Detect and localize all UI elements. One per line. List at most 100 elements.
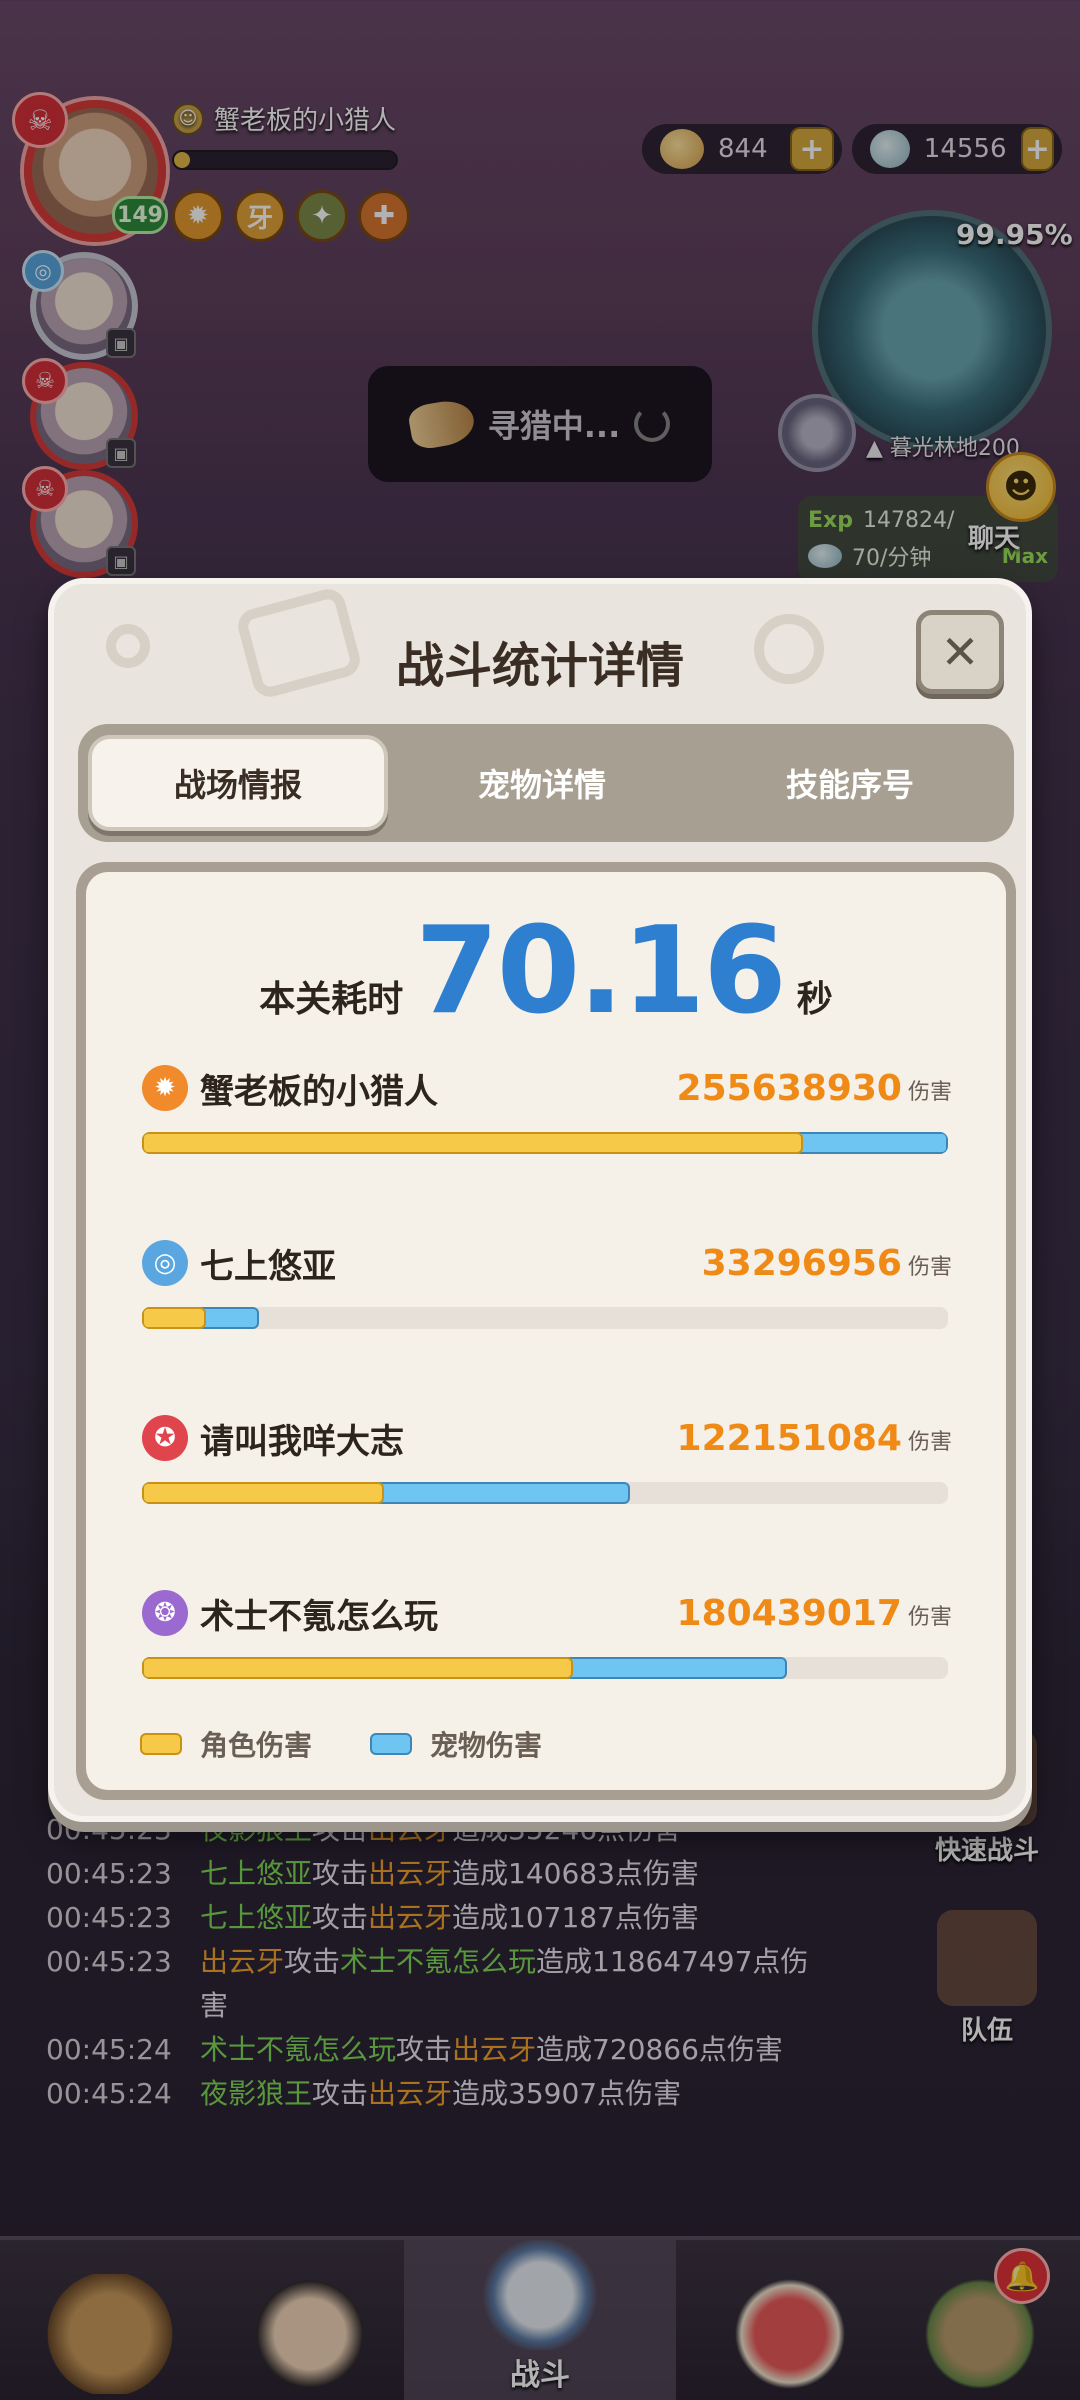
stone-icon <box>808 544 842 568</box>
player-damage-name: 七上悠亚 <box>200 1246 336 1287</box>
log-fragment: 出云牙 <box>200 1945 285 1978</box>
class-icon: ❂ <box>142 1590 188 1636</box>
log-fragment: 七上悠亚 <box>200 1901 313 1934</box>
class-icon: ✹ <box>142 1065 188 1111</box>
damage-unit: 伤害 <box>907 1080 952 1105</box>
bottom-nav: 战斗 🔔 <box>0 2236 1080 2400</box>
log-entry: 00:45:24 夜影狼王攻击出云牙造成35907点伤害 <box>46 2072 826 2116</box>
player-damage-name: 术士不氪怎么玩 <box>200 1596 438 1637</box>
monster-icon <box>725 2274 855 2394</box>
horn-icon <box>406 396 478 452</box>
battle-stats-modal: 战斗统计详情 ✕ 战场情报 宠物详情 技能序号 本关耗时 70.16 秒 ✹ 蟹老… <box>48 578 1032 1822</box>
nav-character[interactable] <box>220 2240 400 2400</box>
role-damage-bar <box>142 1307 207 1329</box>
team-badge-icon: ▣ <box>106 328 136 358</box>
chat-button[interactable]: ☻ 聊天 <box>950 452 1066 562</box>
pet-mammoth-icon <box>45 2274 175 2394</box>
tab-pet-details[interactable]: 宠物详情 <box>388 735 696 831</box>
log-fragment: 术士不氪怎么玩 <box>340 1945 537 1978</box>
hunt-status-text: 寻猎中... <box>487 407 621 445</box>
character-icon <box>245 2274 375 2394</box>
close-icon: ✕ <box>940 625 980 679</box>
log-message: 七上悠亚攻击出云牙造成140683点伤害 <box>200 1852 826 1896</box>
notification-bell-icon: 🔔 <box>994 2248 1050 2304</box>
skull-icon: ☠ <box>22 358 68 404</box>
class-icon: ✪ <box>142 1415 188 1461</box>
player-damage-value: 122151084 <box>676 1417 902 1459</box>
stats-tabs: 战场情报 宠物详情 技能序号 <box>78 724 1014 842</box>
coin-icon <box>660 129 704 169</box>
nav-monsters[interactable] <box>700 2240 880 2400</box>
add-stones-button[interactable]: + <box>1020 127 1054 171</box>
buff-compass-icon[interactable]: ✦ <box>296 190 348 242</box>
exp-label: Exp <box>808 507 853 533</box>
log-fragment: 造成107187点伤害 <box>452 1901 699 1934</box>
buff-gear-icon[interactable]: ✹ <box>172 190 224 242</box>
log-fragment: 七上悠亚 <box>200 1857 313 1890</box>
log-fragment: 攻击 <box>312 1901 369 1934</box>
damage-bar <box>142 1132 948 1154</box>
player-face-icon: ☺ <box>172 102 204 135</box>
log-time: 00:45:23 <box>46 1945 172 1978</box>
log-entry: 00:45:24 术士不氪怎么玩攻击出云牙造成720866点伤害 <box>46 2028 826 2072</box>
role-damage-bar <box>142 1132 803 1154</box>
log-time: 00:45:23 <box>46 1901 172 1934</box>
damage-unit: 伤害 <box>907 1430 952 1455</box>
player-name-text: 蟹老板的小猎人 <box>214 106 397 136</box>
quick-battle-label: 快速战斗 <box>934 1836 1039 1866</box>
chat-emoji-icon: ☻ <box>986 452 1056 522</box>
player-damage-name: 蟹老板的小猎人 <box>200 1071 438 1112</box>
boss-icon[interactable] <box>778 394 856 472</box>
buff-list: ✹ 牙 ✦ ✚ <box>172 190 410 242</box>
tab-battlefield[interactable]: 战场情报 <box>88 735 388 831</box>
log-fragment: 造成140683点伤害 <box>452 1857 699 1890</box>
buff-fang-icon[interactable]: 牙 <box>234 190 286 242</box>
legend-role-label: 角色伤害 <box>200 1729 313 1762</box>
nav-pets[interactable] <box>20 2240 200 2400</box>
team-label: 队伍 <box>960 2016 1013 2046</box>
buff-shield-icon[interactable]: ✚ <box>358 190 410 242</box>
add-coins-button[interactable]: + <box>790 127 834 171</box>
nav-battle-label: 战斗 <box>510 2358 570 2393</box>
map-progress: 99.95% <box>956 218 1073 251</box>
exp-value: 147824/ <box>862 507 955 533</box>
log-fragment: 出云牙 <box>368 2077 453 2110</box>
role-damage-bar <box>142 1657 574 1679</box>
log-message: 术士不氪怎么玩攻击出云牙造成720866点伤害 <box>200 2028 826 2072</box>
nav-battle[interactable]: 战斗 <box>404 2240 676 2400</box>
log-time: 00:45:24 <box>46 2033 172 2066</box>
modal-title: 战斗统计详情 <box>395 638 684 694</box>
coin-counter: 844 + <box>642 124 842 174</box>
log-entry: 00:45:23 出云牙攻击术士不氪怎么玩造成118647497点伤害 <box>46 1940 826 2028</box>
legend-pet-label: 宠物伤害 <box>430 1729 543 1762</box>
player-damage-value: 180439017 <box>676 1592 902 1634</box>
hunt-status: 寻猎中... <box>368 366 712 482</box>
damage-unit: 伤害 <box>907 1605 952 1630</box>
player-hp-bar <box>172 150 398 170</box>
log-time: 00:45:23 <box>46 1857 172 1890</box>
stone-value: 14556 <box>923 134 1007 164</box>
time-value: 70.16 <box>415 902 787 1041</box>
close-button[interactable]: ✕ <box>916 610 1004 694</box>
damage-unit: 伤害 <box>907 1255 952 1280</box>
mage-icon: ◎ <box>22 250 64 292</box>
time-label: 本关耗时 <box>259 979 404 1020</box>
log-entry: 00:45:23 七上悠亚攻击出云牙造成107187点伤害 <box>46 1896 826 1940</box>
player-name: ☺ 蟹老板的小猎人 <box>172 100 396 137</box>
battle-icon <box>465 2240 615 2350</box>
player-damage-name: 请叫我咩大志 <box>200 1421 404 1462</box>
combat-log: 00:45:23 夜影狼王攻击出云牙造成35246点伤害 00:45:23 七上悠亚攻… <box>46 1808 826 2116</box>
log-fragment: 攻击 <box>312 2077 369 2110</box>
skull-icon: ☠ <box>22 466 68 512</box>
team-button[interactable]: 队伍 <box>932 1910 1042 2047</box>
log-time: 00:45:24 <box>46 2077 172 2110</box>
time-unit: 秒 <box>796 979 833 1020</box>
stats-content: 本关耗时 70.16 秒 ✹ 蟹老板的小猎人 255638930 伤害 ◎ 七上悠亚 332… <box>76 862 1016 1800</box>
damage-bar <box>142 1482 948 1504</box>
log-fragment: 造成720866点伤害 <box>536 2033 783 2066</box>
log-fragment: 出云牙 <box>368 1901 453 1934</box>
class-icon: ◎ <box>142 1240 188 1286</box>
log-message: 夜影狼王攻击出云牙造成35907点伤害 <box>200 2072 826 2116</box>
tab-skill-order[interactable]: 技能序号 <box>696 735 1004 831</box>
nav-tribe[interactable]: 🔔 <box>890 2240 1070 2400</box>
